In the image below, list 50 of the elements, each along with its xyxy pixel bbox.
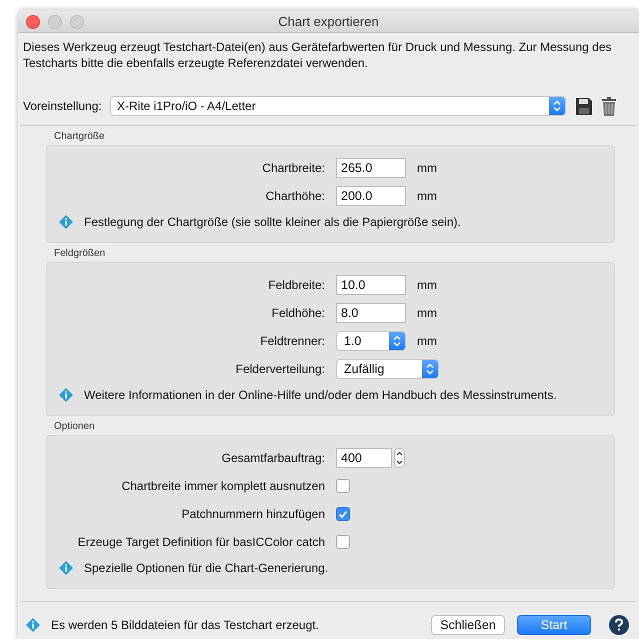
info-icon bbox=[59, 388, 73, 402]
field-label: Erzeuge Target Definition für basICColor catch bbox=[76, 535, 325, 549]
group-title: Chartgröße bbox=[54, 131, 106, 144]
field-label: Chartbreite: bbox=[261, 161, 325, 175]
checkbox[interactable] bbox=[336, 535, 350, 549]
info-text: Festlegung der Chartgröße (sie sollte kleiner als die Papiergröße sein). bbox=[84, 215, 461, 229]
info-icon bbox=[59, 215, 73, 229]
field-label: Gesamtfarbauftrag: bbox=[220, 451, 325, 465]
input-field[interactable]: 400 bbox=[336, 448, 392, 468]
unit-label: mm bbox=[417, 306, 437, 320]
field-label: Feldhöhe: bbox=[270, 306, 325, 320]
description-text: Dieses Werkzeug erzeugt Testchart-Datei(en) aus Gerätefarbwerten für Druck und Messung. Zur Messung des Testcharts bitte die ebenfalls erzeugte Referenzdatei verwenden. bbox=[23, 39, 612, 72]
unit-label: mm bbox=[417, 334, 437, 348]
field-label: Felderverteilung: bbox=[234, 362, 325, 376]
field-label: Charthöhe: bbox=[264, 189, 325, 203]
close-dialog-button[interactable]: Schließen bbox=[431, 615, 505, 635]
trash-icon[interactable] bbox=[602, 96, 616, 116]
field-label: Chartbreite immer komplett ausnutzen bbox=[120, 479, 325, 493]
info-icon bbox=[26, 618, 40, 632]
updown-arrows-icon bbox=[553, 100, 561, 112]
preset-label: Voreinstellung: bbox=[23, 99, 103, 113]
field-label: Patchnummern hinzufügen bbox=[180, 507, 325, 521]
field-label: Feldtrenner: bbox=[259, 334, 325, 348]
group-title: Optionen bbox=[54, 421, 96, 434]
window-title: Chart exportieren bbox=[278, 14, 379, 28]
input-field[interactable]: 8.0 bbox=[336, 303, 406, 323]
checkbox[interactable] bbox=[336, 507, 350, 521]
unit-label: mm bbox=[417, 161, 437, 175]
info-text: Weitere Informationen in der Online-Hilfe und/oder dem Handbuch des Messinstruments. bbox=[84, 388, 557, 402]
updown-arrows-icon bbox=[393, 335, 401, 347]
checkmark-icon bbox=[338, 510, 348, 518]
info-text: Spezielle Optionen für die Chart-Generierung. bbox=[84, 561, 328, 575]
dropdown[interactable]: 1.0 bbox=[336, 331, 406, 351]
field-label: Feldbreite: bbox=[267, 278, 325, 292]
group-title: Feldgrößen bbox=[54, 248, 106, 261]
info-icon bbox=[59, 561, 73, 575]
input-field[interactable]: 265.0 bbox=[336, 158, 406, 178]
status-text: Es werden 5 Bilddateien für das Testchart erzeugt. bbox=[51, 618, 320, 632]
input-field[interactable]: 10.0 bbox=[336, 275, 406, 295]
unit-label: mm bbox=[417, 278, 437, 292]
checkbox[interactable] bbox=[336, 479, 350, 493]
unit-label: mm bbox=[417, 189, 437, 203]
close-button[interactable] bbox=[26, 15, 40, 29]
dropdown[interactable]: Zufällig bbox=[336, 359, 439, 379]
preset-dropdown[interactable]: X-Rite i1Pro/iO - A4/Letter bbox=[110, 96, 566, 116]
stepper-control[interactable] bbox=[394, 448, 405, 468]
help-button[interactable] bbox=[609, 615, 629, 635]
save-icon[interactable] bbox=[576, 98, 592, 114]
updown-arrows-icon bbox=[426, 363, 434, 375]
input-field[interactable]: 200.0 bbox=[336, 186, 406, 206]
